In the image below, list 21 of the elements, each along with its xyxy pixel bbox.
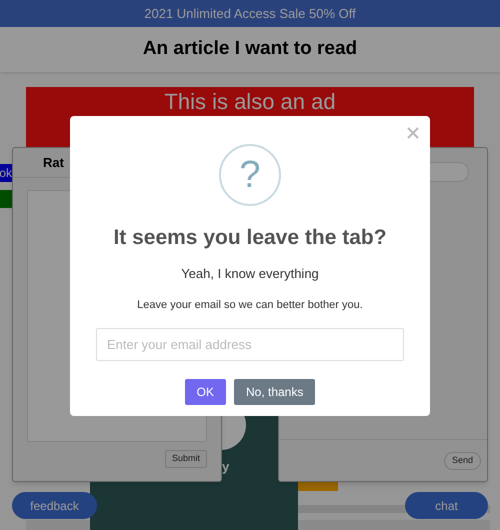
side-tab[interactable]: ok bbox=[0, 164, 12, 182]
decline-button[interactable]: No, thanks bbox=[234, 378, 316, 404]
accent-bar bbox=[298, 482, 338, 491]
submit-button[interactable]: Submit bbox=[164, 450, 207, 468]
question-icon: ? bbox=[219, 144, 281, 206]
panel-title: Rat bbox=[43, 154, 64, 172]
placeholder-bar bbox=[26, 520, 90, 530]
card-text: y bbox=[222, 458, 230, 476]
side-tab-strip bbox=[0, 190, 12, 208]
modal-message: Leave your email so we can better bother you. bbox=[137, 298, 363, 313]
chat-button[interactable]: chat bbox=[405, 492, 488, 519]
feedback-button[interactable]: feedback bbox=[12, 492, 97, 519]
banner-text: 2021 Unlimited Access Sale 50% Off bbox=[144, 4, 356, 23]
send-button[interactable]: Send bbox=[444, 452, 481, 470]
modal-subtitle: Yeah, I know everything bbox=[181, 264, 319, 283]
modal-title: It seems you leave the tab? bbox=[113, 225, 387, 251]
article-title: An article I want to read bbox=[142, 37, 358, 62]
ok-button[interactable]: OK bbox=[184, 378, 226, 404]
email-field[interactable]: Enter your email address bbox=[96, 328, 404, 360]
close-icon[interactable] bbox=[406, 126, 420, 140]
ad-text: This is also an ad bbox=[164, 89, 336, 116]
